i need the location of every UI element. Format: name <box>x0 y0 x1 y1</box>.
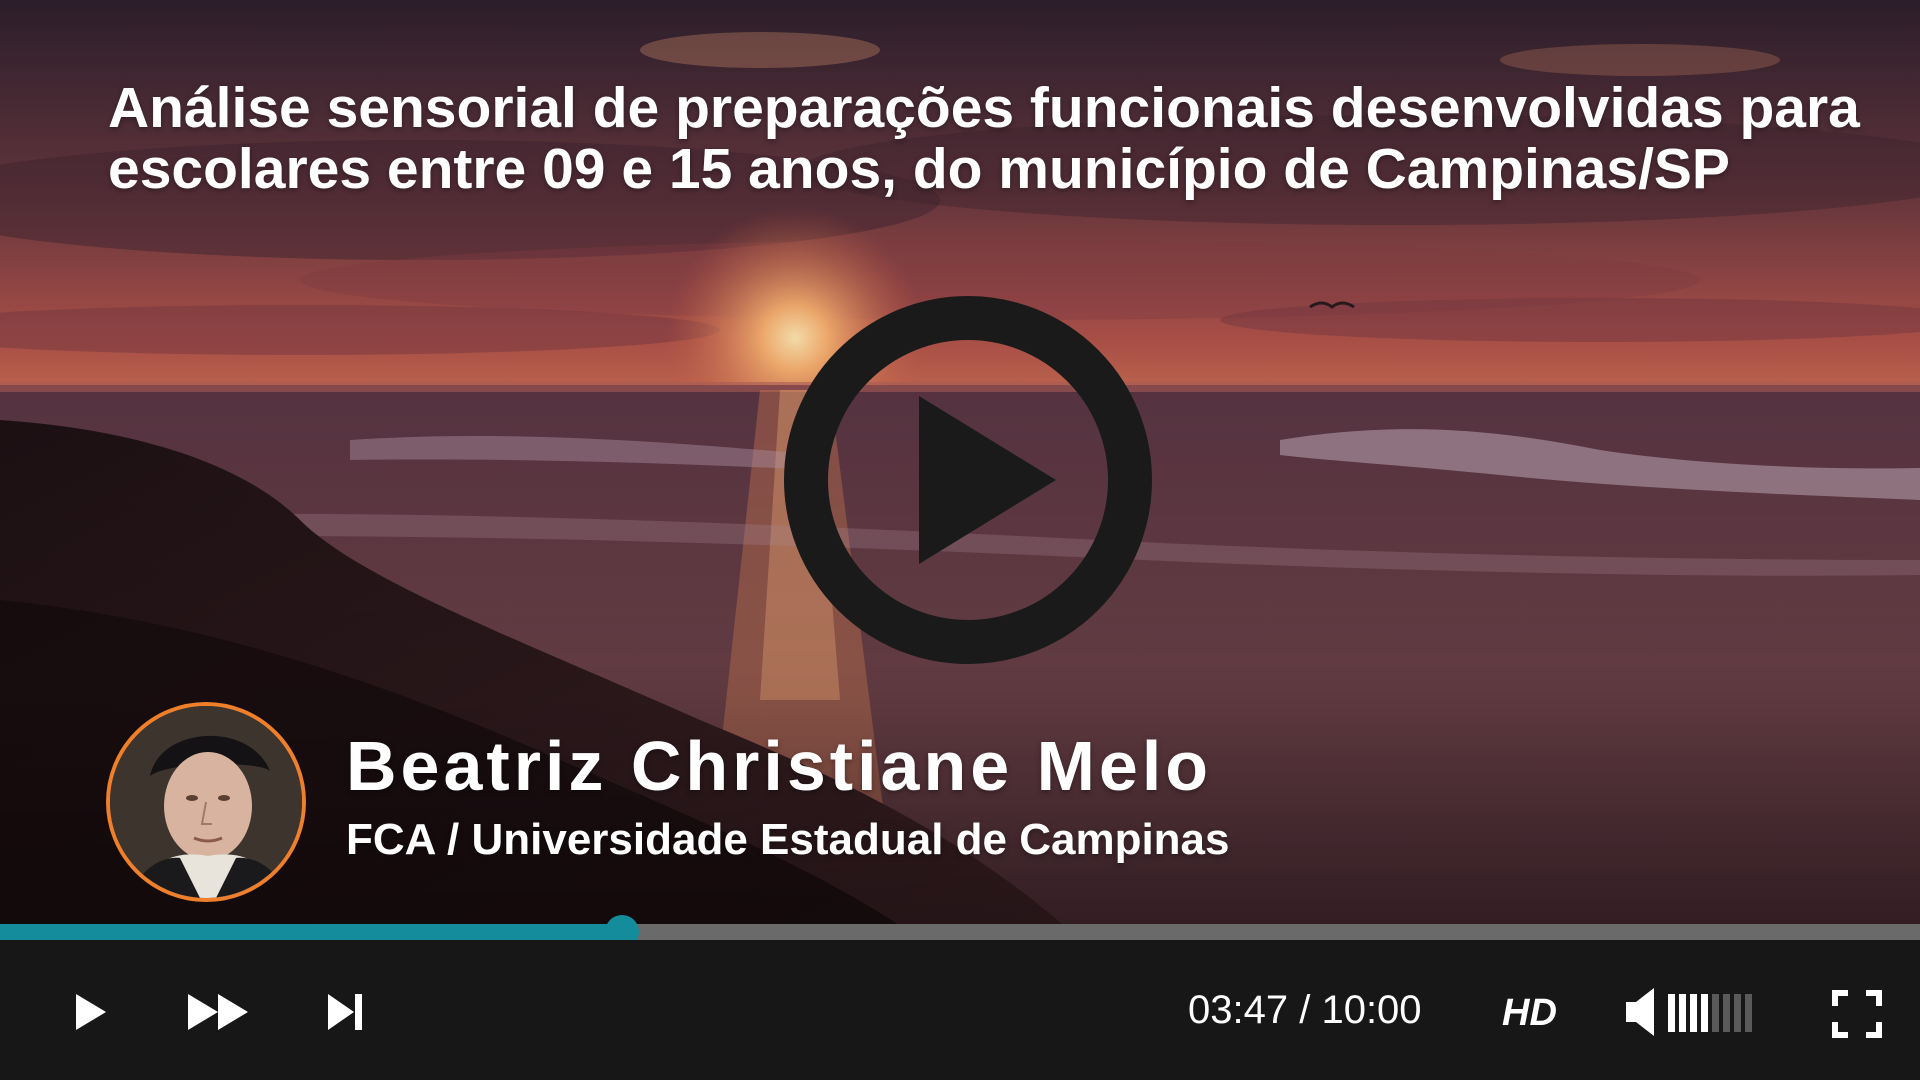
fast-forward-icon <box>186 992 250 1032</box>
volume-bar[interactable] <box>1668 994 1675 1032</box>
time-separator: / <box>1288 988 1322 1032</box>
volume-bar[interactable] <box>1701 994 1708 1032</box>
volume-bar[interactable] <box>1745 994 1752 1032</box>
fullscreen-button[interactable] <box>1832 990 1882 1038</box>
fast-forward-button[interactable] <box>186 992 250 1032</box>
control-bar: 03:47 / 10:00 HD <box>0 940 1920 1080</box>
progress-fill <box>0 924 623 940</box>
progress-bar[interactable] <box>0 915 1920 949</box>
volume-bar[interactable] <box>1679 994 1686 1032</box>
time-display: 03:47 / 10:00 <box>1188 988 1422 1033</box>
volume-bar[interactable] <box>1690 994 1697 1032</box>
volume-icon <box>1624 986 1664 1038</box>
presenter-affiliation: FCA / Universidade Estadual de Campinas <box>346 815 1230 864</box>
video-player[interactable]: Análise sensorial de preparações funcion… <box>0 0 1920 1080</box>
presenter-avatar <box>106 702 306 902</box>
current-time: 03:47 <box>1188 988 1289 1032</box>
video-title: Análise sensorial de preparações funcion… <box>108 76 1860 201</box>
fullscreen-icon <box>1832 990 1882 1038</box>
play-button[interactable] <box>70 990 110 1034</box>
volume-bar[interactable] <box>1723 994 1730 1032</box>
play-icon <box>70 990 110 1034</box>
quality-toggle-hd[interactable]: HD <box>1502 992 1557 1035</box>
duration: 10:00 <box>1321 988 1422 1032</box>
presenter-name: Beatriz Christiane Melo <box>346 727 1213 805</box>
volume-bar[interactable] <box>1734 994 1741 1032</box>
play-circle-icon[interactable] <box>784 296 1152 664</box>
skip-next-button[interactable] <box>324 990 366 1034</box>
volume-control[interactable] <box>1624 986 1752 1038</box>
volume-bar[interactable] <box>1712 994 1719 1032</box>
skip-next-icon <box>324 990 366 1034</box>
